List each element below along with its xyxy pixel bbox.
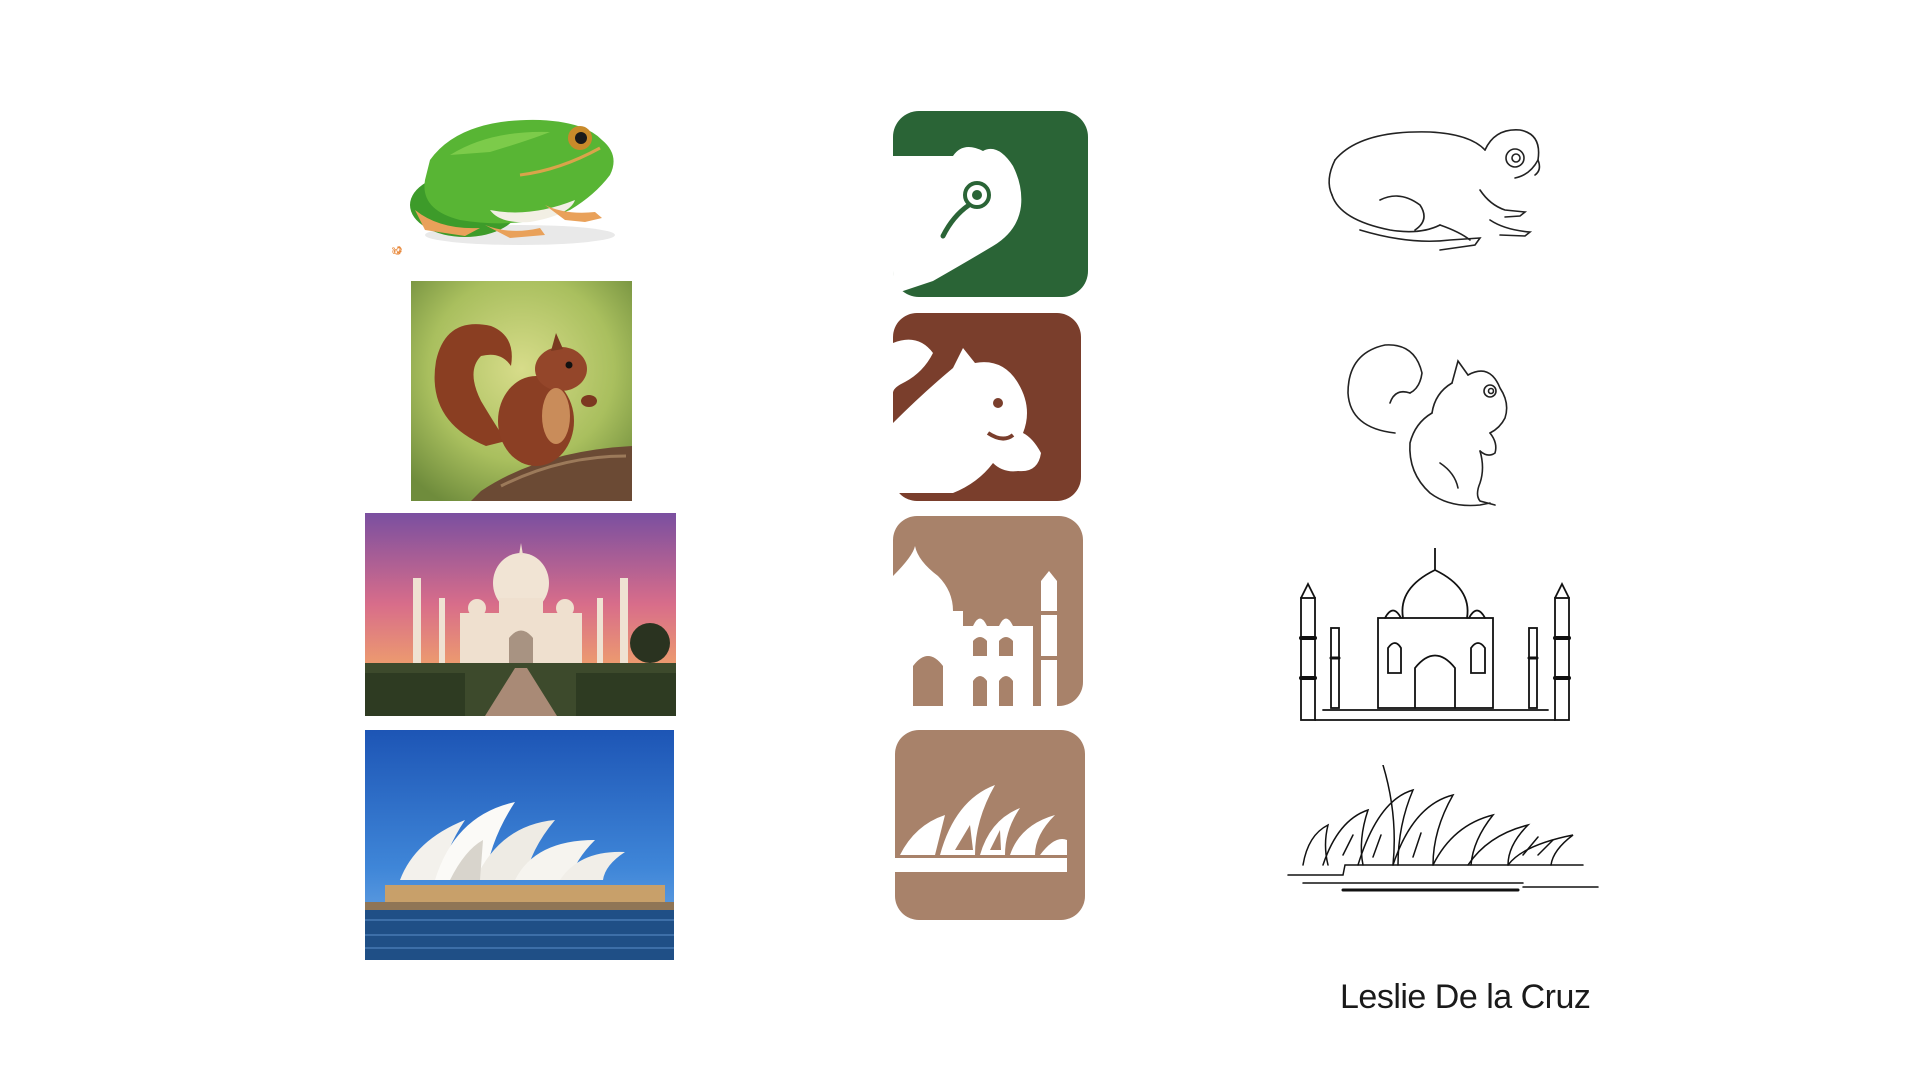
taj-mahal-photo <box>365 513 676 716</box>
squirrel-photo <box>411 281 632 501</box>
sydney-opera-house-photo <box>365 730 674 960</box>
frog-pictogram-icon <box>893 111 1088 297</box>
frog-photo <box>370 100 650 260</box>
taj-mahal-line-sketch <box>1293 548 1578 723</box>
sydney-opera-house-pictogram-icon <box>895 730 1085 920</box>
author-credit: Leslie De la Cruz <box>1340 978 1591 1016</box>
sydney-opera-house-line-sketch <box>1283 765 1603 895</box>
squirrel-pictogram-icon <box>893 313 1081 501</box>
watermark-logo: 🐿 <box>391 246 403 255</box>
frog-line-sketch <box>1320 120 1550 270</box>
taj-mahal-pictogram-icon <box>893 516 1083 706</box>
squirrel-line-sketch <box>1340 333 1530 518</box>
